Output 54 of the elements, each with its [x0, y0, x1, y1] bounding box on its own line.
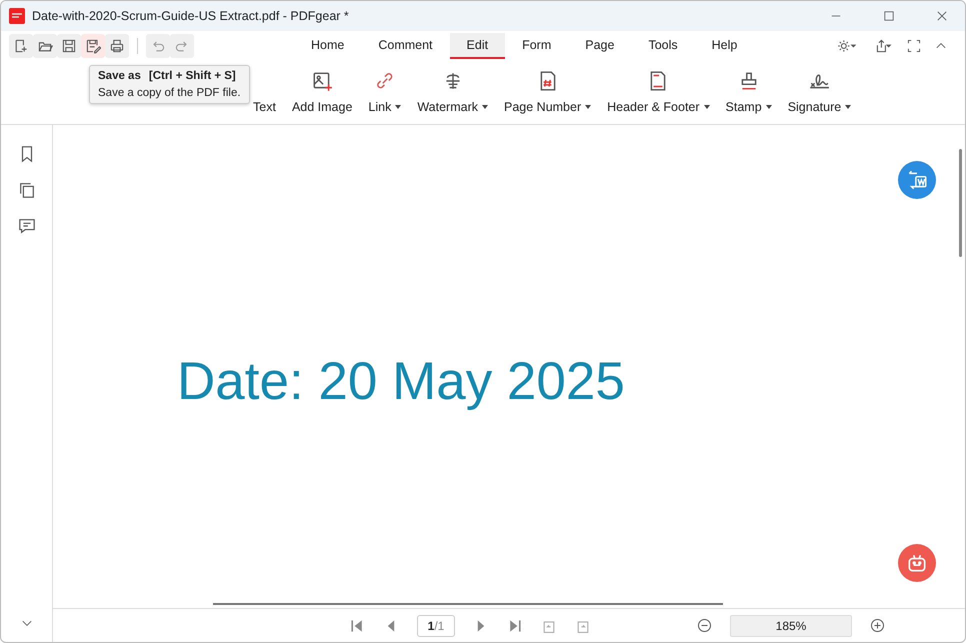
- fullscreen-icon: [907, 39, 921, 53]
- menu-tab[interactable]: Tools: [631, 33, 695, 59]
- pages-icon: [18, 181, 36, 199]
- zoom-out-icon: [697, 618, 712, 633]
- close-icon: [936, 10, 948, 22]
- convert-to-word-button[interactable]: [898, 161, 936, 199]
- save-button[interactable]: [57, 34, 81, 58]
- menu-tab[interactable]: Help: [694, 33, 754, 59]
- vertical-scrollbar[interactable]: [959, 149, 962, 257]
- print-button[interactable]: [105, 34, 129, 58]
- ribbon-tool[interactable]: Signature: [788, 70, 852, 114]
- menu-tab[interactable]: Edit: [450, 33, 506, 59]
- window-title: Date-with-2020-Scrum-Guide-US Extract.pdf - PDFgear *: [32, 9, 350, 23]
- ribbon-tool[interactable]: Header & Footer: [607, 70, 710, 114]
- first-page-button[interactable]: [349, 618, 365, 634]
- tooltip-shortcut: [Ctrl + Shift + S]: [148, 70, 236, 82]
- add-image-icon: [311, 70, 334, 92]
- ribbon-tool[interactable]: Watermark: [417, 70, 488, 114]
- new-file-icon: [13, 38, 29, 54]
- horizontal-scrollbar[interactable]: [213, 603, 723, 605]
- ai-assistant-button[interactable]: [898, 544, 936, 582]
- save-as-icon: [85, 38, 101, 54]
- menu-tab[interactable]: Comment: [361, 33, 450, 59]
- zoom-level-field[interactable]: 185%: [730, 614, 852, 636]
- ribbon-tool[interactable]: Stamp: [726, 70, 772, 114]
- convert-icon: [906, 169, 928, 191]
- undo-button[interactable]: [146, 34, 170, 58]
- menu-tab[interactable]: Page: [568, 33, 632, 59]
- page-number-field[interactable]: 1/1: [417, 614, 455, 636]
- new-file-button[interactable]: [9, 34, 33, 58]
- ribbon-tool[interactable]: Add Image: [292, 70, 352, 114]
- last-page-button[interactable]: [507, 618, 523, 634]
- ribbon-tool[interactable]: Link: [368, 70, 402, 114]
- zoom-in-icon: [870, 618, 885, 633]
- save-as-button[interactable]: [81, 34, 105, 58]
- menu-tab[interactable]: Home: [294, 33, 362, 59]
- zoom-out-button[interactable]: [697, 618, 712, 633]
- app-logo-icon: [9, 8, 25, 24]
- maximize-icon: [883, 10, 895, 22]
- comment-icon: [18, 217, 36, 235]
- ribbon-tool[interactable]: Text: [253, 70, 276, 114]
- redo-button[interactable]: [170, 34, 194, 58]
- last-page-icon: [507, 618, 523, 634]
- first-page-icon: [349, 618, 365, 634]
- print-icon: [109, 38, 125, 54]
- zoom-in-button[interactable]: [870, 618, 885, 633]
- ribbon-tool[interactable]: Page Number: [504, 70, 592, 114]
- tooltip-description: Save a copy of the PDF file.: [98, 87, 241, 99]
- robot-icon: [906, 552, 928, 574]
- save-icon: [61, 38, 77, 54]
- menu-tab[interactable]: Form: [505, 33, 568, 59]
- brightness-icon: [835, 38, 859, 54]
- tooltip-title: Save as: [98, 70, 141, 82]
- document-text: Date: 20 May 2025: [177, 351, 625, 412]
